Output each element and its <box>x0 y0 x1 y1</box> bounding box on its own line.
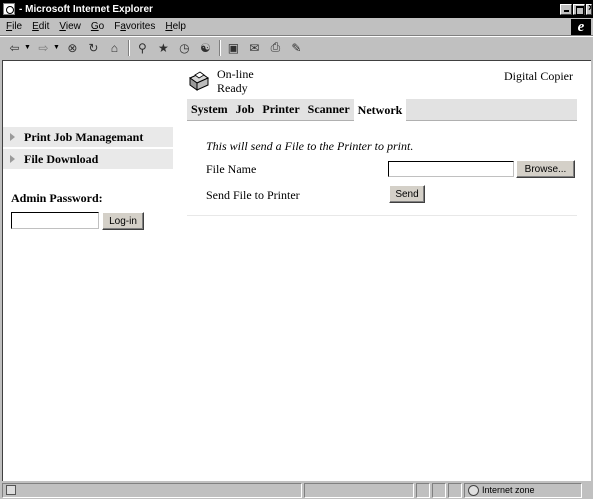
status-online: On-line <box>217 67 254 81</box>
globe-icon <box>468 484 479 496</box>
tab-printer[interactable]: Printer <box>258 102 303 117</box>
file-name-input[interactable] <box>388 161 514 177</box>
send-file-label: Send File to Printer <box>206 188 300 202</box>
status-offline <box>432 482 446 498</box>
browse-button[interactable]: Browse... <box>516 160 575 178</box>
search-icon[interactable]: ⚲ <box>134 40 151 56</box>
sidebar-item-print-job-management[interactable]: Print Job Managemant <box>3 127 173 147</box>
status-lock <box>416 482 430 498</box>
menu-favorites[interactable]: Favorites <box>114 21 155 32</box>
send-button[interactable]: Send <box>389 185 425 203</box>
status-progress <box>304 482 414 498</box>
device-status: On-line Ready <box>187 67 254 95</box>
stop-icon[interactable]: ⊗ <box>64 40 81 56</box>
status-ready: Ready <box>217 81 248 95</box>
status-message <box>2 482 302 498</box>
title-bar: - Microsoft Internet Explorer <box>0 0 593 18</box>
sidebar-item-label: File Download <box>24 151 99 166</box>
mail-icon[interactable]: ✉ <box>246 40 263 56</box>
page-viewport: On-line Ready Digital Copier System Job … <box>2 60 591 481</box>
menu-bar: File Edit View Go Favorites Help e <box>0 18 593 36</box>
menu-go[interactable]: Go <box>91 21 104 32</box>
sidebar-item-label: Print Job Managemant <box>24 129 144 144</box>
ie-logo-icon: e <box>571 19 591 35</box>
edit-icon[interactable]: ✎ <box>288 40 305 56</box>
file-name-label: File Name <box>206 162 257 176</box>
page-icon <box>6 485 16 495</box>
content-divider <box>187 215 577 216</box>
refresh-icon[interactable]: ↻ <box>85 40 102 56</box>
fullscreen-icon[interactable]: ▣ <box>225 40 242 56</box>
status-zone: Internet zone <box>464 482 582 498</box>
tab-scanner[interactable]: Scanner <box>304 102 354 117</box>
tab-job[interactable]: Job <box>232 102 259 117</box>
ie-window-icon[interactable] <box>3 3 15 15</box>
tab-bar: System Job Printer Scanner Network <box>187 98 577 121</box>
maximize-button[interactable] <box>573 3 585 15</box>
status-extra <box>448 482 462 498</box>
home-icon[interactable]: ⌂ <box>106 40 123 56</box>
window-title: - Microsoft Internet Explorer <box>19 3 153 15</box>
status-text: On-line Ready <box>217 67 254 95</box>
tab-system[interactable]: System <box>187 102 232 117</box>
minimize-button[interactable] <box>560 3 572 15</box>
channels-icon[interactable]: ☯ <box>197 40 214 56</box>
intro-text: This will send a File to the Printer to … <box>206 139 414 153</box>
back-icon[interactable]: ⇦ <box>6 40 23 56</box>
favorites-icon[interactable]: ★ <box>155 40 172 56</box>
chevron-right-icon <box>10 155 15 163</box>
forward-dropdown-icon[interactable]: ▼ <box>53 44 60 51</box>
history-icon[interactable]: ◷ <box>176 40 193 56</box>
zone-label: Internet zone <box>482 485 535 495</box>
menu-help[interactable]: Help <box>165 21 186 32</box>
admin-password-label: Admin Password: <box>11 191 103 205</box>
device-model: Digital Copier <box>504 69 573 83</box>
menu-view[interactable]: View <box>59 21 81 32</box>
admin-password-input[interactable] <box>11 212 99 229</box>
toolbar-separator <box>127 39 130 56</box>
back-dropdown-icon[interactable]: ▼ <box>24 44 31 51</box>
status-bar: Internet zone <box>0 481 593 499</box>
print-icon[interactable]: ⎙ <box>267 40 284 56</box>
chevron-right-icon <box>10 133 15 141</box>
window-controls <box>559 3 592 15</box>
forward-icon[interactable]: ⇨ <box>35 40 52 56</box>
menu-file[interactable]: File <box>6 21 22 32</box>
menu-edit[interactable]: Edit <box>32 21 49 32</box>
close-button[interactable] <box>586 3 592 15</box>
printer-icon <box>189 71 209 91</box>
toolbar-separator <box>218 39 221 56</box>
login-button[interactable]: Log-in <box>102 212 144 230</box>
toolbar: ⇦ ▼ ⇨ ▼ ⊗ ↻ ⌂ ⚲ ★ ◷ ☯ ▣ ✉ ⎙ ✎ <box>0 36 593 58</box>
sidebar-item-file-download[interactable]: File Download <box>3 149 173 169</box>
tab-network[interactable]: Network <box>353 98 407 121</box>
